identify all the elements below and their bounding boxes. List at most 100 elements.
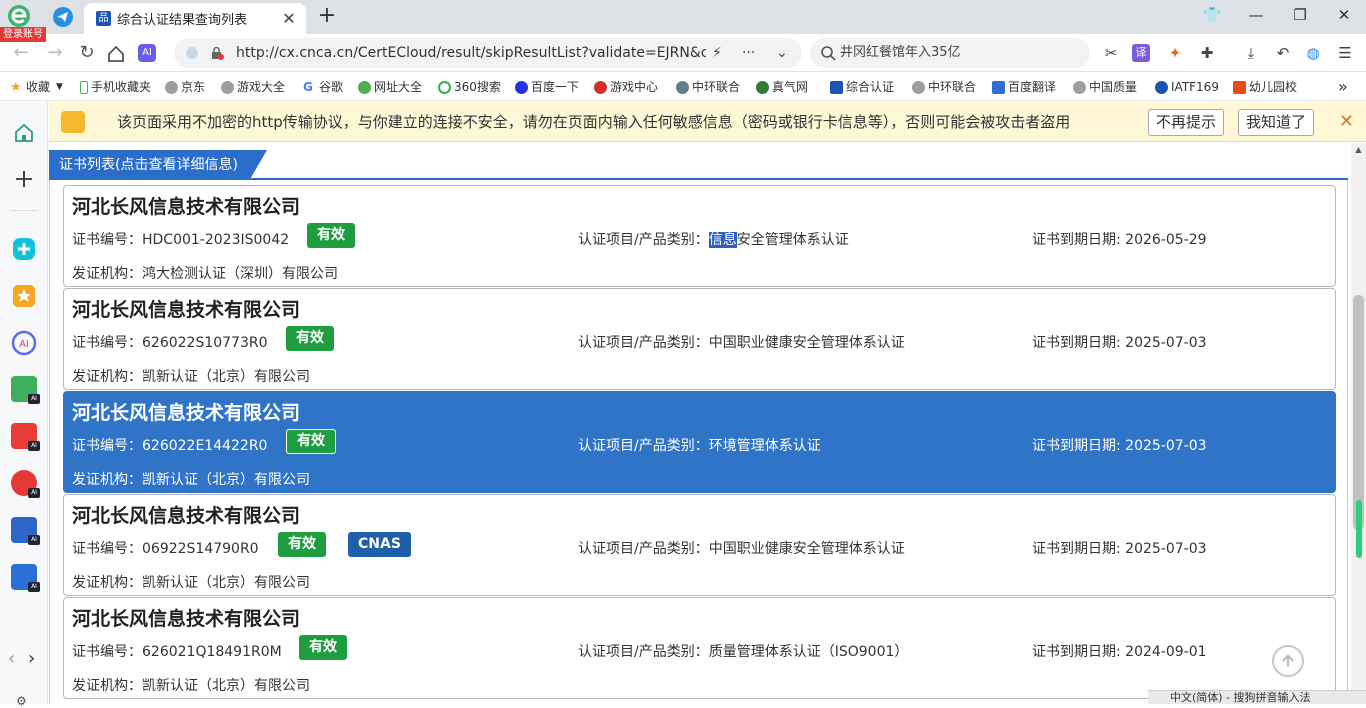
- globe-icon: [1073, 80, 1086, 94]
- back-to-top-icon[interactable]: [1272, 645, 1304, 677]
- lightning-icon[interactable]: ⚡: [712, 38, 722, 68]
- more-icon[interactable]: ···: [742, 38, 755, 68]
- close-window-button[interactable]: ✕: [1322, 0, 1366, 30]
- page-content: 证书列表(点击查看详细信息) 河北长风信息技术有限公司 证书编号：HDC001-…: [49, 143, 1351, 704]
- left-sidebar: AI AI AI AI AI AI ‹ › ⚙: [0, 102, 48, 708]
- company-name: 河北长风信息技术有限公司: [72, 608, 301, 630]
- close-icon[interactable]: ✕: [1339, 102, 1354, 142]
- telegram-icon[interactable]: [52, 6, 74, 28]
- scrollbar-thumb[interactable]: [1353, 295, 1364, 530]
- ie-logo-icon[interactable]: [6, 3, 32, 29]
- scroll-up-icon[interactable]: ▲: [1351, 143, 1366, 157]
- url-text[interactable]: http://cx.cnca.cn/CertECloud/result/skip…: [236, 38, 706, 68]
- ai-video-icon[interactable]: AI: [11, 470, 40, 498]
- menu-icon[interactable]: ☰: [1334, 42, 1356, 64]
- ai-writing-icon[interactable]: AI: [11, 517, 40, 545]
- web-directory-icon: [358, 80, 371, 94]
- minimize-button[interactable]: —: [1234, 0, 1278, 30]
- cert-card-selected[interactable]: 河北长风信息技术有限公司 证书编号：626022E14422R0 有效 认证项目…: [63, 391, 1336, 493]
- bookmark-item[interactable]: 中国质量: [1073, 73, 1141, 101]
- globe-icon: [912, 80, 925, 94]
- ime-status-bar[interactable]: 中文(简体) - 搜狗拼音输入法: [1148, 690, 1366, 704]
- chevron-down-icon[interactable]: ⌄: [776, 38, 788, 68]
- bookmark-item[interactable]: G 谷歌: [303, 73, 343, 101]
- login-badge[interactable]: 登录账号: [0, 27, 46, 42]
- ai-image-icon[interactable]: AI: [11, 376, 40, 404]
- globe-icon: [676, 80, 689, 94]
- cut-icon[interactable]: ✂: [1100, 42, 1122, 64]
- cert-expiry: 证书到期日期: 2025-07-03: [1032, 335, 1207, 351]
- bookmark-item[interactable]: 手机收藏夹: [80, 73, 151, 101]
- leaf-icon: [756, 80, 769, 94]
- dont-remind-button[interactable]: 不再提示: [1148, 109, 1225, 136]
- bookmarks-bar: ★ 收藏 ▼ 手机收藏夹 京东 游戏大全 G 谷歌 网址大全 360搜索 百度一下 游…: [0, 73, 1366, 101]
- search-text[interactable]: 井冈红餐馆年入35亿: [840, 38, 961, 68]
- translate-icon[interactable]: 译: [1132, 44, 1150, 62]
- bookmark-item[interactable]: 京东: [165, 73, 205, 101]
- game-center-icon: [594, 80, 607, 94]
- new-tab-button[interactable]: +: [314, 3, 340, 29]
- phone-icon: [80, 80, 88, 94]
- bookmark-item[interactable]: 中环联合: [912, 73, 978, 101]
- extensions-icon[interactable]: ✚: [1196, 42, 1218, 64]
- status-badge: 有效: [299, 635, 347, 660]
- reload-icon[interactable]: ↻: [74, 40, 100, 66]
- home-icon[interactable]: [11, 120, 37, 146]
- cert-card[interactable]: 河北长风信息技术有限公司 证书编号：HDC001-2023IS0042 有效 认…: [63, 185, 1336, 287]
- bookmark-item[interactable]: 网址大全: [358, 73, 422, 101]
- bookmark-item[interactable]: 游戏大全: [221, 73, 285, 101]
- maximize-button[interactable]: ❐: [1278, 0, 1322, 30]
- back-icon[interactable]: ←: [8, 40, 34, 66]
- fox-icon[interactable]: ✦: [1164, 42, 1186, 64]
- cert-card[interactable]: 河北长风信息技术有限公司 证书编号：626021Q18491R0M 有效 认证项…: [63, 597, 1336, 699]
- chevron-right-icon[interactable]: ›: [28, 648, 35, 669]
- bookmark-item[interactable]: ★ 收藏 ▼: [10, 73, 63, 101]
- sidebar-divider: [10, 210, 38, 211]
- favorites-icon[interactable]: [11, 283, 37, 309]
- bookmarks-more-icon[interactable]: »: [1338, 73, 1348, 101]
- bookmark-item[interactable]: 游戏中心: [594, 73, 658, 101]
- tab-title: 综合认证结果查询列表: [117, 13, 248, 28]
- bookmark-item[interactable]: IATF169: [1155, 73, 1219, 101]
- status-badge: 有效: [278, 532, 326, 557]
- bookmark-item[interactable]: 360搜索: [438, 73, 501, 101]
- plus-app-icon[interactable]: [11, 236, 37, 262]
- cnas-badge: CNAS: [348, 532, 411, 557]
- tab-close-icon[interactable]: ✕: [280, 9, 298, 28]
- ai-icon[interactable]: AI: [138, 44, 156, 62]
- bookmark-item[interactable]: 百度翻译: [992, 73, 1058, 101]
- settings-icon[interactable]: ⚙: [16, 694, 27, 708]
- forward-icon[interactable]: →: [42, 40, 68, 66]
- cert-card[interactable]: 河北长风信息技术有限公司 证书编号：06922S14790R0 有效 CNAS …: [63, 494, 1336, 596]
- bookmark-item[interactable]: 幼儿园校: [1233, 73, 1301, 101]
- ai-pdf-icon[interactable]: AI: [11, 423, 40, 451]
- lock-icon[interactable]: [210, 46, 224, 60]
- skin-icon[interactable]: 👕: [1190, 0, 1234, 30]
- panel-header: 证书列表(点击查看详细信息): [49, 150, 1348, 180]
- cert-project: 认证项目/产品类别：环境管理体系认证: [578, 438, 821, 454]
- home-icon[interactable]: [107, 45, 125, 63]
- bookmark-item[interactable]: 真气网: [756, 73, 816, 101]
- download-icon[interactable]: ⤓: [1240, 42, 1262, 64]
- undo-icon[interactable]: ↶: [1272, 42, 1294, 64]
- ai-doc-icon[interactable]: AI: [11, 564, 40, 592]
- shield-icon: [186, 47, 198, 59]
- page-scrollbar[interactable]: ▲: [1351, 143, 1366, 704]
- cert-card[interactable]: 河北长风信息技术有限公司 证书编号：626022S10773R0 有效 认证项目…: [63, 288, 1336, 390]
- bookmark-item[interactable]: 综合认证: [830, 73, 898, 101]
- ai-assistant-icon[interactable]: AI: [11, 330, 37, 356]
- company-name: 河北长风信息技术有限公司: [72, 505, 301, 527]
- add-icon[interactable]: [11, 166, 37, 192]
- chevron-left-icon[interactable]: ‹: [8, 648, 15, 669]
- got-it-button[interactable]: 我知道了: [1238, 109, 1315, 136]
- bookmark-item[interactable]: 百度一下: [515, 73, 579, 101]
- address-bar[interactable]: http://cx.cnca.cn/CertECloud/result/skip…: [174, 38, 802, 68]
- search-box[interactable]: 井冈红餐馆年入35亿: [810, 38, 1090, 68]
- cert-list: 河北长风信息技术有限公司 证书编号：HDC001-2023IS0042 有效 认…: [49, 180, 1348, 704]
- cert-issuer: 发证机构：鸿大检测认证（深圳）有限公司: [72, 266, 338, 282]
- tab-active[interactable]: 品 综合认证结果查询列表 ✕: [84, 3, 306, 34]
- edge-icon[interactable]: ◍: [1302, 42, 1324, 64]
- bookmark-item[interactable]: 中环联合: [676, 73, 741, 101]
- cert-project: 认证项目/产品类别：中国职业健康安全管理体系认证: [578, 541, 905, 557]
- insecure-warning-bar: 该页面采用不加密的http传输协议，与你建立的连接不安全，请勿在页面内输入任何敏…: [49, 102, 1366, 142]
